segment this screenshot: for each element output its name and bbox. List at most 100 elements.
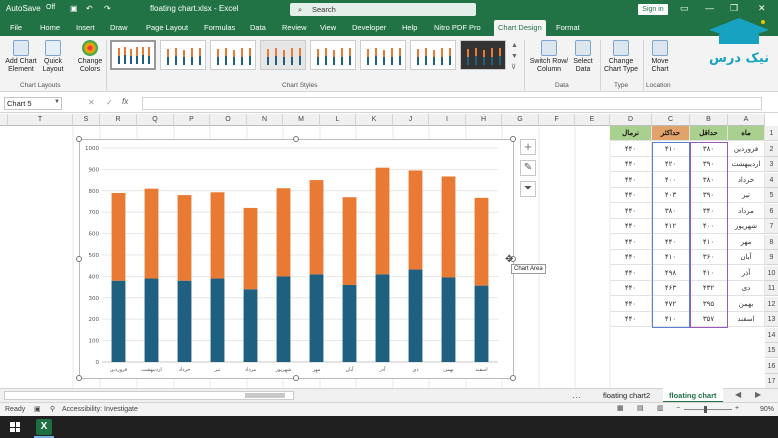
- chart-filters-icon[interactable]: ⏷: [520, 181, 536, 197]
- table-cell-month[interactable]: آبان: [728, 250, 765, 265]
- tab-formulas[interactable]: Formulas: [204, 23, 235, 32]
- table-cell-month[interactable]: دی: [728, 281, 765, 296]
- table-cell-month[interactable]: تیر: [728, 188, 765, 203]
- column-header[interactable]: E: [575, 114, 610, 126]
- chart-elements-button[interactable]: +: [520, 139, 536, 155]
- table-cell-normal[interactable]: ۴۴۰: [610, 312, 652, 327]
- tab-chart-design[interactable]: Chart Design: [494, 20, 546, 36]
- table-cell-normal[interactable]: ۴۴۰: [610, 219, 652, 234]
- row-header[interactable]: 13: [765, 312, 778, 327]
- table-cell-month[interactable]: آذر: [728, 265, 765, 281]
- chart-style-7[interactable]: [410, 40, 456, 70]
- change-colors-button[interactable]: Change Colors: [76, 40, 104, 74]
- table-cell-max[interactable]: ۴۰۳: [652, 188, 690, 203]
- maximize-icon[interactable]: ❐: [730, 3, 738, 14]
- row-header[interactable]: 17: [765, 374, 778, 389]
- chart-style-1[interactable]: [110, 40, 156, 70]
- table-cell-min[interactable]: ۳۹۰: [690, 188, 728, 203]
- cancel-icon[interactable]: ✕: [88, 98, 95, 107]
- table-cell-min[interactable]: ۳۹۵: [690, 296, 728, 312]
- column-header[interactable]: F: [539, 114, 575, 126]
- table-cell-max[interactable]: ۴۹۸: [652, 265, 690, 281]
- sheet-nav-right-icon[interactable]: ▶: [755, 390, 761, 399]
- column-header[interactable]: K: [356, 114, 393, 126]
- column-header[interactable]: G: [502, 114, 539, 126]
- add-chart-element-button[interactable]: Add Chart Element: [4, 40, 38, 74]
- column-header[interactable]: I: [429, 114, 466, 126]
- styles-more-icon[interactable]: ⊽: [511, 63, 516, 71]
- row-header[interactable]: 8: [765, 234, 778, 250]
- minimize-icon[interactable]: —: [705, 3, 714, 13]
- normal-view-icon[interactable]: ▦: [617, 404, 624, 412]
- zoom-in-icon[interactable]: +: [735, 405, 739, 412]
- table-cell-normal[interactable]: ۴۴۰: [610, 157, 652, 172]
- column-header[interactable]: B: [690, 114, 728, 126]
- search-box[interactable]: ⌕ Search: [290, 3, 476, 16]
- row-header[interactable]: 15: [765, 343, 778, 358]
- page-layout-view-icon[interactable]: ▤: [637, 404, 644, 412]
- accessibility-icon[interactable]: ⚲: [50, 405, 55, 413]
- quick-layout-button[interactable]: Quick Layout: [40, 40, 66, 74]
- tab-file[interactable]: File: [10, 23, 22, 32]
- table-cell-min[interactable]: ۳۵۷: [690, 312, 728, 327]
- row-header[interactable]: 2: [765, 141, 778, 157]
- switch-row-column-button[interactable]: Switch Row/ Column: [528, 40, 570, 74]
- table-cell-max[interactable]: ۴۰۰: [652, 172, 690, 188]
- macro-record-icon[interactable]: ▣: [34, 405, 41, 413]
- table-cell-normal[interactable]: ۴۴۰: [610, 188, 652, 203]
- change-chart-type-button[interactable]: Change Chart Type: [603, 40, 639, 74]
- table-cell-min[interactable]: ۳۸۰: [690, 141, 728, 157]
- table-cell-normal[interactable]: ۴۴۰: [610, 203, 652, 219]
- zoom-slider[interactable]: [684, 409, 732, 410]
- tab-review[interactable]: Review: [282, 23, 307, 32]
- tab-nitro[interactable]: Nitro PDF Pro: [434, 23, 481, 32]
- close-icon[interactable]: ✕: [758, 3, 766, 14]
- table-cell-normal[interactable]: ۴۴۰: [610, 296, 652, 312]
- header-cell-min[interactable]: حداقل: [690, 126, 728, 141]
- sheet-tab-active[interactable]: floating chart: [663, 388, 723, 403]
- header-cell-month[interactable]: ماه: [728, 126, 765, 141]
- table-cell-normal[interactable]: ۴۴۰: [610, 250, 652, 265]
- tab-help[interactable]: Help: [402, 23, 417, 32]
- resize-handle[interactable]: [510, 375, 516, 381]
- table-cell-max[interactable]: ۴۷۲: [652, 296, 690, 312]
- select-data-button[interactable]: Select Data: [570, 40, 596, 74]
- row-header[interactable]: 4: [765, 172, 778, 188]
- table-cell-normal[interactable]: ۴۴۰: [610, 172, 652, 188]
- column-header[interactable]: O: [210, 114, 247, 126]
- tab-insert[interactable]: Insert: [76, 23, 95, 32]
- resize-handle[interactable]: [293, 375, 299, 381]
- table-cell-max[interactable]: ۴۲۰: [652, 157, 690, 172]
- table-cell-min[interactable]: ۴۱۰: [690, 265, 728, 281]
- table-cell-month[interactable]: شهریور: [728, 219, 765, 234]
- scrollbar-thumb[interactable]: [245, 393, 285, 398]
- column-header[interactable]: C: [652, 114, 690, 126]
- autosave-toggle[interactable]: Off: [46, 4, 55, 11]
- undo-icon[interactable]: ↶: [86, 4, 93, 13]
- table-cell-max[interactable]: ۴۱۰: [652, 141, 690, 157]
- insert-function-icon[interactable]: fx: [122, 97, 128, 106]
- chart-area[interactable]: 0 100 200 300 400 500 600 700 800 900 1000 فروردین ا…: [79, 139, 514, 379]
- resize-handle[interactable]: [76, 256, 82, 262]
- table-cell-max[interactable]: ۴۶۳: [652, 281, 690, 296]
- column-header[interactable]: H: [466, 114, 502, 126]
- accessibility-status[interactable]: Accessibility: Investigate: [62, 406, 138, 413]
- tab-view[interactable]: View: [320, 23, 336, 32]
- row-header[interactable]: 11: [765, 281, 778, 296]
- table-cell-month[interactable]: اردیبهشت: [728, 157, 765, 172]
- row-header[interactable]: 9: [765, 250, 778, 265]
- row-header[interactable]: 10: [765, 265, 778, 281]
- chart-style-3[interactable]: [210, 40, 256, 70]
- start-icon[interactable]: [10, 422, 20, 432]
- tab-developer[interactable]: Developer: [352, 23, 386, 32]
- table-cell-normal[interactable]: ۴۴۰: [610, 234, 652, 250]
- table-cell-normal[interactable]: ۴۴۰: [610, 141, 652, 157]
- resize-handle[interactable]: [510, 136, 516, 142]
- tab-page-layout[interactable]: Page Layout: [146, 23, 188, 32]
- table-cell-min[interactable]: ۳۶۰: [690, 250, 728, 265]
- row-header[interactable]: 6: [765, 203, 778, 219]
- resize-handle[interactable]: [76, 136, 82, 142]
- chart[interactable]: 0 100 200 300 400 500 600 700 800 900 1000 فروردین ا…: [80, 140, 513, 378]
- resize-handle[interactable]: [76, 375, 82, 381]
- zoom-out-icon[interactable]: −: [676, 405, 680, 412]
